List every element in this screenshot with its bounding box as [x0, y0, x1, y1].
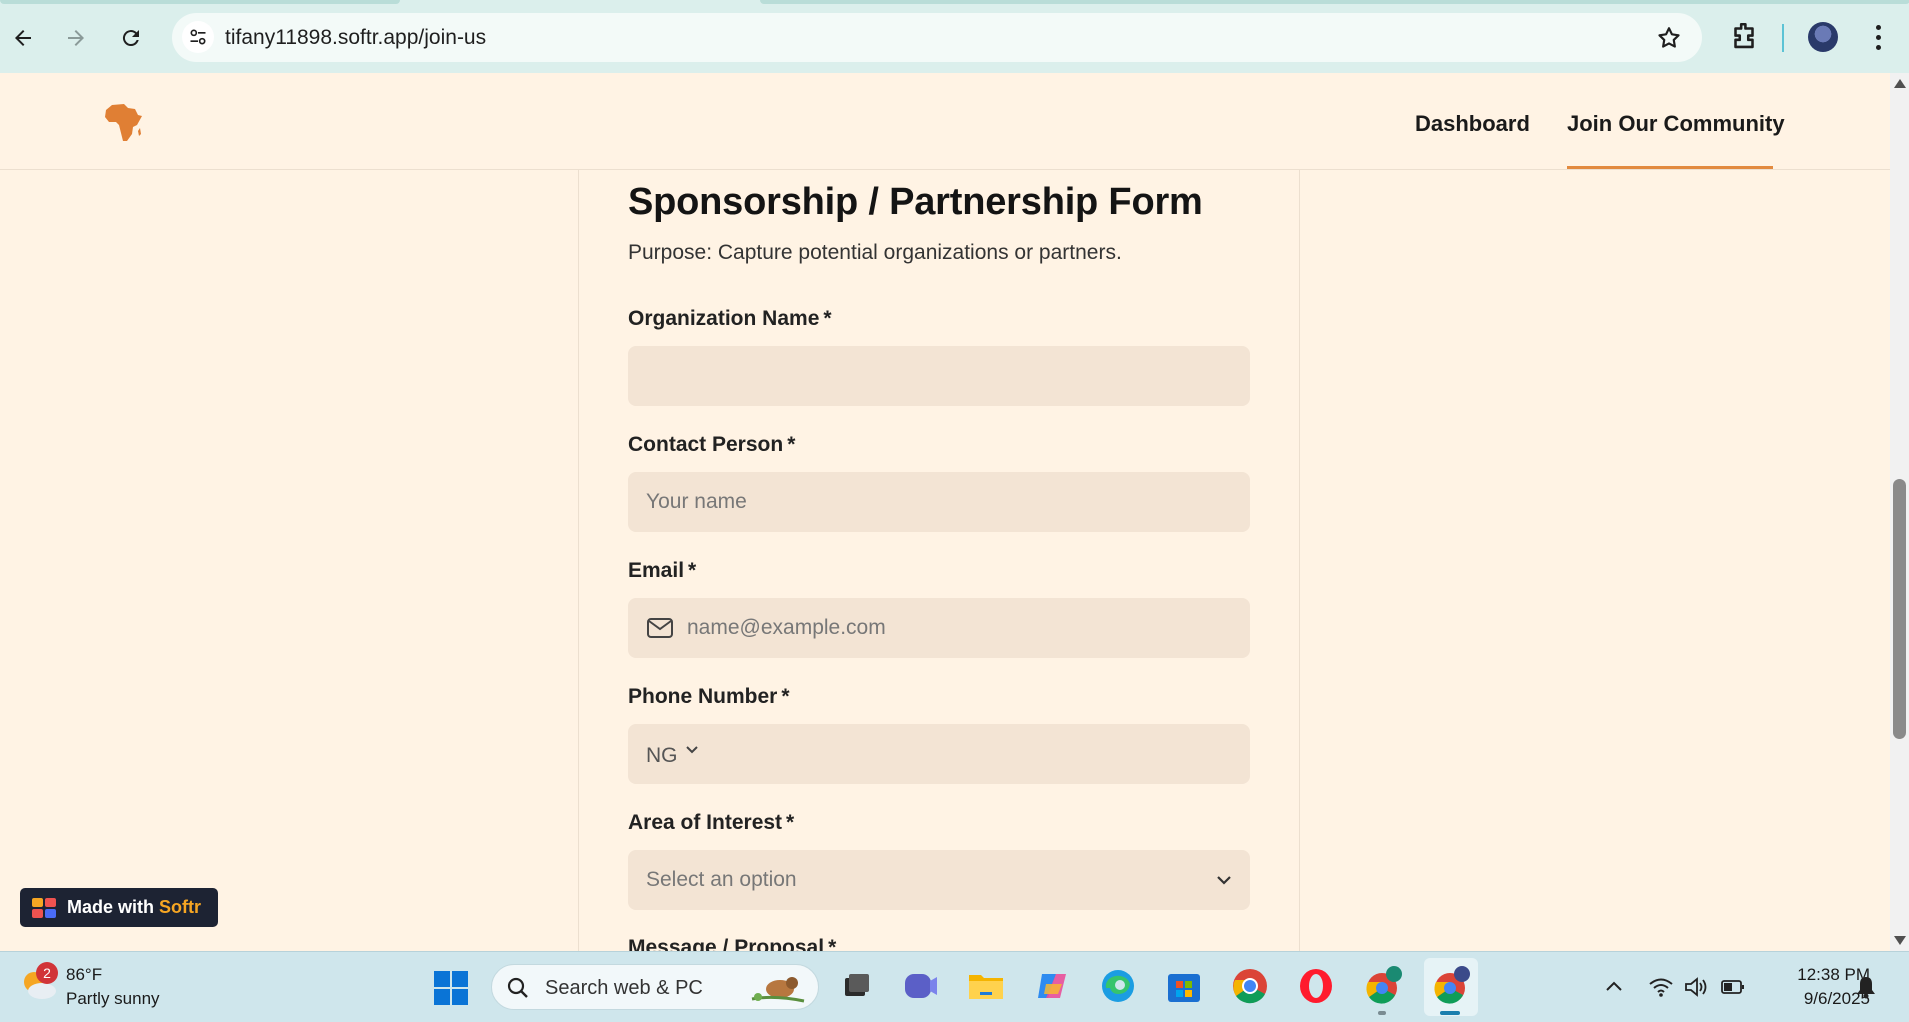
email-input[interactable]: name@example.com — [628, 598, 1250, 658]
search-highlight-icon — [751, 977, 805, 1003]
active-nav-indicator — [1567, 166, 1773, 169]
mail-icon — [647, 618, 673, 638]
search-placeholder: Search web & PC — [545, 977, 703, 999]
scroll-thumb[interactable] — [1893, 479, 1906, 739]
form-subtitle: Purpose: Capture potential organizations… — [628, 241, 1122, 264]
interest-select[interactable]: Select an option — [628, 850, 1250, 910]
interest-label: Area of Interest * — [628, 811, 795, 834]
store-icon[interactable] — [1164, 966, 1204, 1006]
chrome-active-icon[interactable] — [1430, 966, 1470, 1006]
email-label: Email * — [628, 559, 697, 582]
chevron-down-icon — [1217, 876, 1231, 885]
edge-icon[interactable] — [1098, 966, 1138, 1006]
file-explorer-icon[interactable] — [966, 966, 1006, 1006]
tab-edge[interactable] — [760, 0, 1909, 4]
chevron-down-icon[interactable] — [684, 742, 700, 758]
web-page: Dashboard Join Our Community Sponsorship… — [0, 73, 1890, 951]
site-info-button[interactable] — [182, 21, 214, 53]
weather-desc[interactable]: Partly sunny — [66, 989, 160, 1009]
address-bar[interactable]: tifany11898.softr.app/join-us — [172, 13, 1702, 62]
softr-logo-icon — [32, 898, 56, 918]
contact-placeholder: Your name — [646, 490, 747, 513]
contact-input[interactable]: Your name — [628, 472, 1250, 532]
tab-edge[interactable] — [0, 0, 400, 4]
chrome-profile-icon[interactable] — [1362, 966, 1402, 1006]
interest-placeholder: Select an option — [646, 868, 797, 891]
organization-label: Organization Name * — [628, 307, 832, 330]
wifi-icon[interactable] — [1648, 974, 1674, 1000]
page-scrollbar[interactable] — [1890, 73, 1909, 951]
form-title: Sponsorship / Partnership Form — [628, 181, 1203, 223]
chevron-up-icon[interactable] — [1601, 974, 1627, 1000]
weather-temp[interactable]: 86°F — [66, 965, 102, 985]
reload-icon — [122, 30, 139, 47]
url-text[interactable]: tifany11898.softr.app/join-us — [225, 26, 486, 50]
scroll-down-arrow-icon[interactable] — [1894, 936, 1906, 945]
copilot-icon[interactable] — [1032, 966, 1072, 1006]
nav-join-community[interactable]: Join Our Community — [1567, 111, 1785, 137]
back-button[interactable] — [5, 20, 41, 56]
star-icon[interactable] — [1656, 25, 1682, 51]
browser-toolbar: tifany11898.softr.app/join-us — [0, 0, 1909, 73]
forward-button[interactable] — [58, 20, 94, 56]
reload-button[interactable] — [113, 20, 149, 56]
africa-map-icon[interactable] — [102, 101, 144, 143]
taskbar-search[interactable]: Search web & PC — [491, 964, 819, 1010]
contact-label: Contact Person * — [628, 433, 796, 456]
opera-icon[interactable] — [1296, 966, 1336, 1006]
puzzle-icon[interactable] — [1727, 20, 1761, 54]
phone-label: Phone Number * — [628, 685, 790, 708]
badge-text: Made with Softr — [67, 897, 202, 917]
kebab-icon[interactable] — [1866, 22, 1890, 52]
taskbar: 2 86°F Partly sunny Search web & PC 12:3… — [0, 951, 1909, 1022]
windows-start-icon[interactable] — [433, 970, 469, 1006]
weather-notification-badge: 2 — [36, 962, 58, 984]
email-placeholder: name@example.com — [687, 616, 886, 639]
search-icon — [507, 977, 528, 998]
organization-input[interactable] — [628, 346, 1250, 406]
profile-avatar[interactable] — [1808, 22, 1838, 52]
back-arrow-icon — [15, 30, 31, 46]
scroll-up-arrow-icon[interactable] — [1894, 79, 1906, 88]
toolbar-divider — [1782, 24, 1784, 52]
volume-icon[interactable] — [1683, 974, 1709, 1000]
teams-icon[interactable] — [900, 966, 940, 1006]
battery-icon[interactable] — [1720, 974, 1746, 1000]
active-indicator — [1440, 1011, 1460, 1015]
chrome-icon[interactable] — [1230, 966, 1270, 1006]
tab-strip — [0, 0, 1909, 4]
bell-icon[interactable] — [1853, 974, 1879, 1000]
task-view-icon[interactable] — [836, 966, 876, 1006]
message-label: Message / Proposal * — [628, 936, 837, 951]
tune-icon — [190, 29, 206, 45]
phone-input[interactable]: NG — [628, 724, 1250, 784]
site-header: Dashboard Join Our Community — [0, 73, 1890, 170]
country-code-select[interactable]: NG — [646, 744, 678, 768]
forward-arrow-icon — [68, 30, 84, 46]
made-with-softr-badge[interactable]: Made with Softr — [20, 888, 218, 927]
running-indicator — [1378, 1011, 1386, 1015]
nav-dashboard[interactable]: Dashboard — [1415, 111, 1530, 137]
